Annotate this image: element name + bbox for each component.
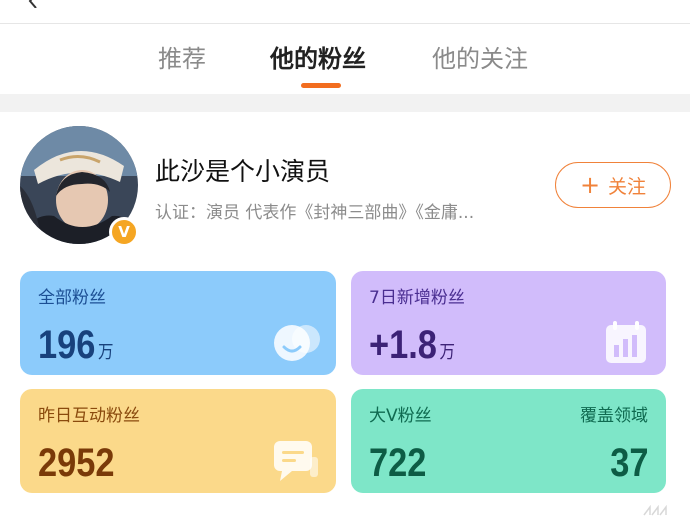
profile-name[interactable]: 此沙是个小演员 xyxy=(155,152,330,188)
stat-value: +1.8 万 xyxy=(369,323,455,367)
stat-value: 722 xyxy=(369,441,427,485)
stat-card-new-fans[interactable]: 7日新增粉丝 +1.8 万 xyxy=(351,271,666,375)
stat-label: 大V粉丝 xyxy=(369,406,432,426)
stat-value: 196 万 xyxy=(38,323,114,367)
active-tab-indicator xyxy=(301,83,341,88)
watermark-icon xyxy=(643,505,667,516)
stat-card-interactive-fans[interactable]: 昨日互动粉丝 2952 xyxy=(20,389,336,493)
tab-his-following[interactable]: 他的关注 xyxy=(432,44,528,74)
section-divider xyxy=(0,94,690,112)
plus-icon: + xyxy=(579,171,601,199)
calendar-chart-icon xyxy=(606,321,646,363)
tab-bar: 推荐 他的粉丝 他的关注 xyxy=(0,24,690,94)
stat-card-total-fans[interactable]: 全部粉丝 196 万 xyxy=(20,271,336,375)
coverage-value: 37 xyxy=(609,441,648,485)
back-icon[interactable] xyxy=(26,0,40,8)
follow-button[interactable]: + 关注 xyxy=(555,162,671,208)
stat-label: 全部粉丝 xyxy=(38,288,106,308)
fans-face-icon xyxy=(274,325,320,361)
profile-card: V 此沙是个小演员 认证：演员 代表作《封神三部曲》《金庸... + 关注 xyxy=(0,112,690,262)
profile-certification: 认证：演员 代表作《封神三部曲》《金庸... xyxy=(155,203,475,223)
tab-recommended[interactable]: 推荐 xyxy=(158,44,206,74)
tab-his-fans[interactable]: 他的粉丝 xyxy=(270,44,366,74)
follow-button-label: 关注 xyxy=(608,175,647,198)
top-bar xyxy=(0,0,690,24)
stat-label: 7日新增粉丝 xyxy=(369,288,465,308)
stat-label: 昨日互动粉丝 xyxy=(38,406,140,426)
stat-card-big-v-fans[interactable]: 大V粉丝 覆盖领域 722 37 xyxy=(351,389,666,493)
footer xyxy=(0,500,690,525)
stat-value: 2952 xyxy=(38,441,115,485)
verified-badge-icon: V xyxy=(109,217,139,247)
coverage-label: 覆盖领域 xyxy=(580,406,648,426)
chat-bubble-icon xyxy=(274,441,318,481)
